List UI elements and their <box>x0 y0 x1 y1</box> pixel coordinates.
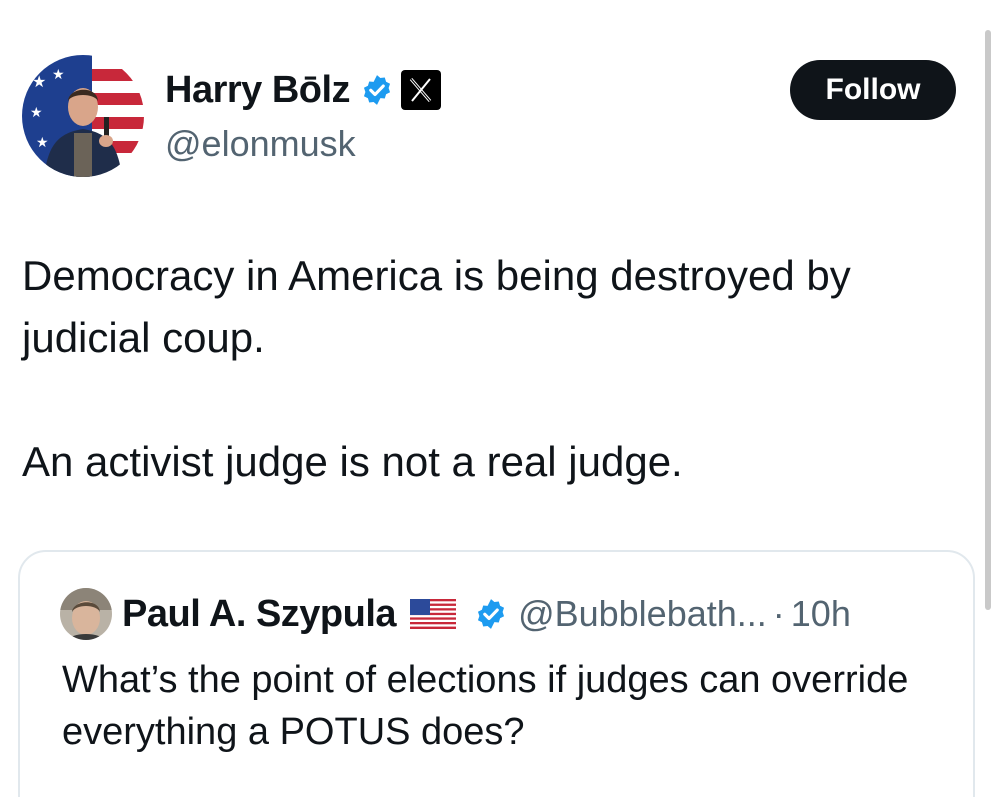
tweet-screenshot: ★ ★ ★ ★ Harry Bōlz @elonmusk Follow Demo… <box>0 0 1000 797</box>
us-flag-icon <box>410 599 457 629</box>
quoted-author-handle[interactable]: @Bubblebath... <box>518 593 767 635</box>
quoted-timestamp[interactable]: 10h <box>791 593 851 635</box>
author-avatar[interactable]: ★ ★ ★ ★ <box>22 55 144 177</box>
tweet-body: Democracy in America is being destroyed … <box>22 245 972 493</box>
quoted-tweet-text: What’s the point of elections if judges … <box>62 659 909 753</box>
scrollbar[interactable] <box>985 30 991 610</box>
verified-badge-icon[interactable] <box>360 73 394 107</box>
tweet-header: ★ ★ ★ ★ Harry Bōlz @elonmusk Follow <box>22 55 962 180</box>
author-display-name[interactable]: Harry Bōlz <box>165 69 351 112</box>
tweet-text-paragraph: An activist judge is not a real judge. <box>22 438 683 485</box>
author-handle[interactable]: @elonmusk <box>165 123 356 165</box>
quoted-author-display-name[interactable]: Paul A. Szypula <box>122 593 397 636</box>
follow-button[interactable]: Follow <box>790 60 956 120</box>
quoted-author-avatar[interactable] <box>60 588 112 640</box>
svg-text:★: ★ <box>36 134 49 150</box>
svg-text:★: ★ <box>30 104 43 120</box>
quoted-tweet-header: Paul A. Szypula @Bubblebath... · 10h <box>60 588 851 640</box>
quoted-verified-badge-icon[interactable] <box>474 597 508 631</box>
svg-text:★: ★ <box>52 66 65 82</box>
quoted-separator: · <box>772 593 785 634</box>
tweet-text-paragraph: Democracy in America is being destroyed … <box>22 252 851 361</box>
quoted-tweet-card[interactable]: Paul A. Szypula @Bubblebath... · 10h Wha… <box>18 550 975 797</box>
x-logo-icon[interactable] <box>400 69 442 111</box>
author-name-row: Harry Bōlz <box>165 69 442 111</box>
svg-text:★: ★ <box>32 74 46 91</box>
